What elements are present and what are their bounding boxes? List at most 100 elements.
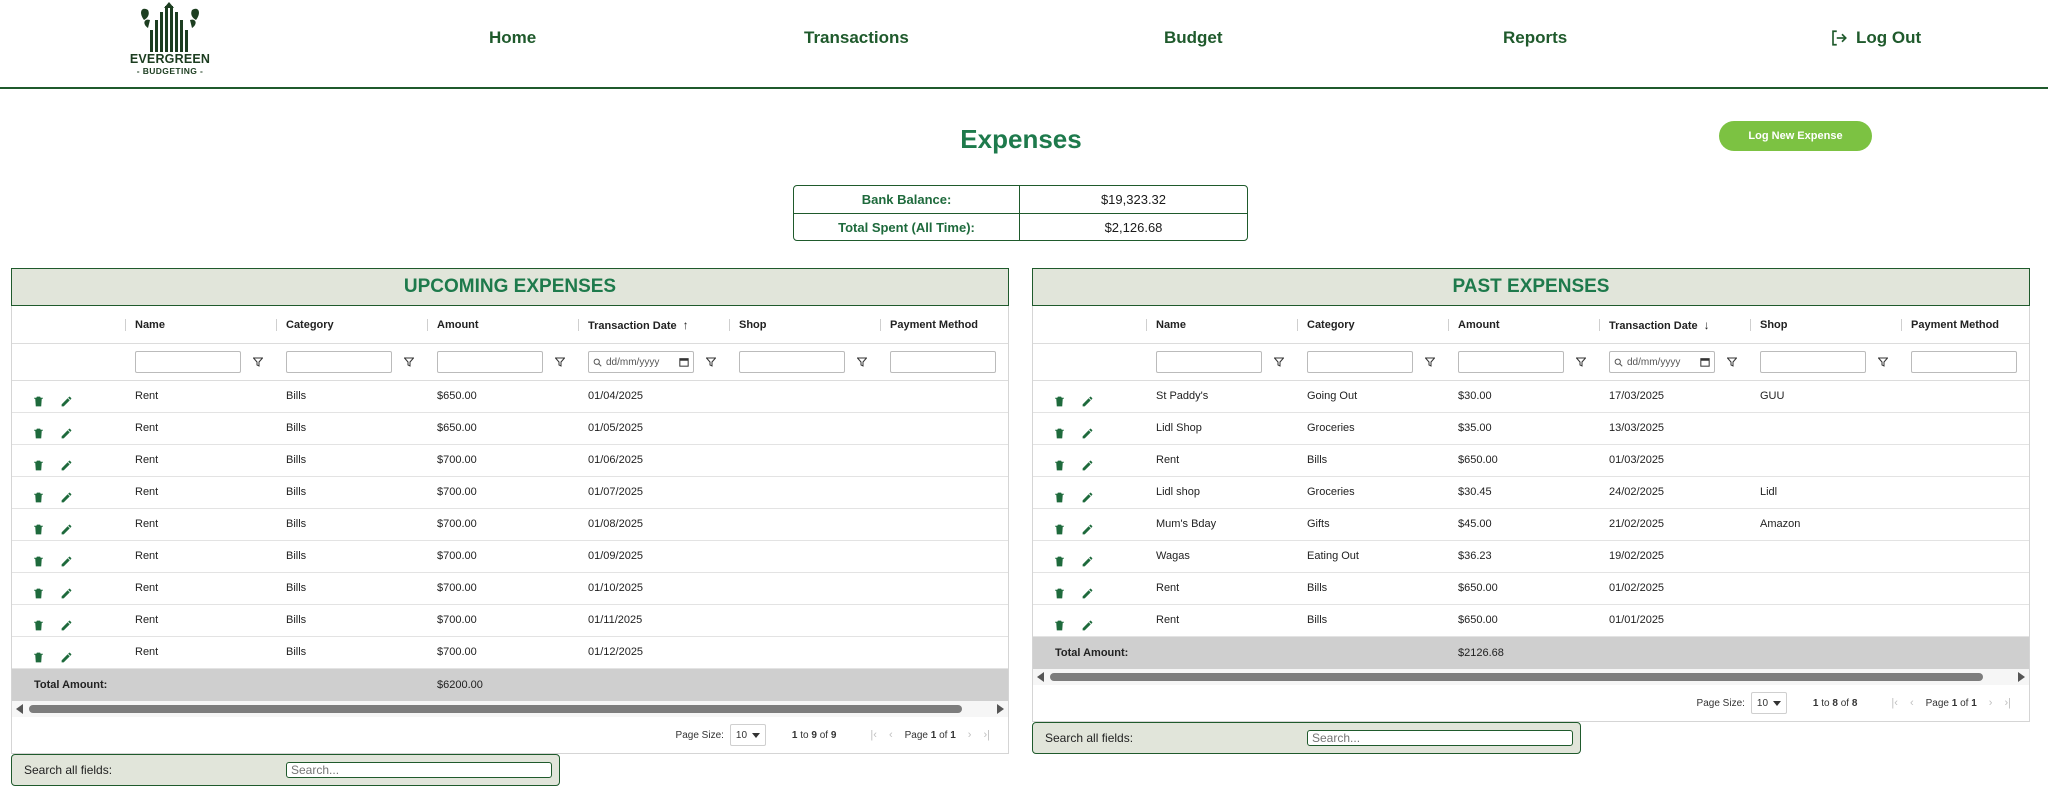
scroll-thumb[interactable] [29, 705, 963, 713]
previous-page-icon[interactable]: ‹ [1910, 697, 1914, 709]
scroll-right-icon[interactable] [2018, 672, 2025, 682]
filter-funnel-icon[interactable] [404, 357, 414, 367]
category-filter-input[interactable] [286, 351, 392, 373]
edit-pencil-icon[interactable] [60, 582, 74, 598]
delete-trash-icon[interactable] [32, 582, 46, 598]
filter-funnel-icon[interactable] [1878, 357, 1888, 367]
edit-pencil-icon[interactable] [1081, 550, 1095, 566]
delete-trash-icon[interactable] [32, 518, 46, 534]
edit-pencil-icon[interactable] [1081, 614, 1095, 630]
column-header-date[interactable]: Transaction Date ↑ [578, 306, 729, 343]
filter-funnel-icon[interactable] [1727, 357, 1737, 367]
delete-trash-icon[interactable] [1053, 486, 1067, 502]
delete-trash-icon[interactable] [1053, 422, 1067, 438]
amount-filter-input[interactable] [437, 351, 543, 373]
column-header-shop[interactable]: Shop [729, 306, 880, 343]
edit-pencil-icon[interactable] [60, 454, 74, 470]
column-header-name[interactable]: Name [1146, 306, 1297, 343]
page-size-select[interactable]: 10 [729, 724, 766, 746]
column-header-shop[interactable]: Shop [1750, 306, 1901, 343]
edit-pencil-icon[interactable] [1081, 582, 1095, 598]
horizontal-scrollbar[interactable] [1033, 669, 2029, 685]
scroll-right-icon[interactable] [997, 704, 1004, 714]
log-new-expense-button[interactable]: Log New Expense [1719, 121, 1872, 151]
edit-pencil-icon[interactable] [1081, 518, 1095, 534]
column-header-amount[interactable]: Amount [427, 306, 578, 343]
sort-descending-icon[interactable]: ↓ [1704, 318, 1710, 332]
nav-home-link[interactable]: Home [489, 28, 536, 48]
payment-filter-input[interactable] [1911, 351, 2017, 373]
delete-trash-icon[interactable] [1053, 582, 1067, 598]
name-filter-input[interactable] [135, 351, 241, 373]
scroll-left-icon[interactable] [1037, 672, 1044, 682]
column-header-date[interactable]: Transaction Date ↓ [1599, 306, 1750, 343]
edit-pencil-icon[interactable] [60, 614, 74, 630]
page-size-select[interactable]: 10 [1750, 692, 1787, 714]
evergreen-logo[interactable]: EVERGREEN - BUDGETING - [128, 2, 212, 76]
nav-budget-link[interactable]: Budget [1164, 28, 1223, 48]
filter-funnel-icon[interactable] [555, 357, 565, 367]
edit-pencil-icon[interactable] [60, 422, 74, 438]
delete-trash-icon[interactable] [1053, 518, 1067, 534]
edit-pencil-icon[interactable] [1081, 486, 1095, 502]
delete-trash-icon[interactable] [1053, 614, 1067, 630]
column-header-category[interactable]: Category [1297, 306, 1448, 343]
name-filter-input[interactable] [1156, 351, 1262, 373]
column-header-category[interactable]: Category [276, 306, 427, 343]
edit-pencil-icon[interactable] [60, 646, 74, 662]
delete-trash-icon[interactable] [1053, 390, 1067, 406]
edit-pencil-icon[interactable] [60, 486, 74, 502]
delete-trash-icon[interactable] [1053, 550, 1067, 566]
edit-pencil-icon[interactable] [1081, 390, 1095, 406]
column-header-payment[interactable]: Payment Method [880, 306, 1008, 343]
delete-trash-icon[interactable] [32, 550, 46, 566]
edit-pencil-icon[interactable] [1081, 454, 1095, 470]
filter-funnel-icon[interactable] [706, 357, 716, 367]
delete-trash-icon[interactable] [32, 422, 46, 438]
delete-trash-icon[interactable] [32, 486, 46, 502]
first-page-icon[interactable]: |‹ [870, 729, 877, 741]
filter-funnel-icon[interactable] [1274, 357, 1284, 367]
sort-ascending-icon[interactable]: ↑ [683, 318, 689, 332]
nav-transactions-link[interactable]: Transactions [804, 28, 909, 48]
last-page-icon[interactable]: ›| [983, 729, 990, 741]
category-filter-input[interactable] [1307, 351, 1413, 373]
edit-pencil-icon[interactable] [1081, 422, 1095, 438]
nav-logout-link[interactable]: Log Out [1830, 28, 1921, 48]
cell-amount: $45.00 [1458, 518, 1492, 530]
next-page-icon[interactable]: › [968, 729, 972, 741]
filter-funnel-icon[interactable] [1425, 357, 1435, 367]
scroll-left-icon[interactable] [16, 704, 23, 714]
amount-filter-input[interactable] [1458, 351, 1564, 373]
shop-filter-input[interactable] [739, 351, 845, 373]
filter-funnel-icon[interactable] [253, 357, 263, 367]
previous-page-icon[interactable]: ‹ [889, 729, 893, 741]
edit-pencil-icon[interactable] [60, 390, 74, 406]
shop-filter-input[interactable] [1760, 351, 1866, 373]
last-page-icon[interactable]: ›| [2004, 697, 2011, 709]
first-page-icon[interactable]: |‹ [1891, 697, 1898, 709]
nav-reports-link[interactable]: Reports [1503, 28, 1567, 48]
scroll-thumb[interactable] [1050, 673, 1984, 681]
calendar-icon[interactable] [1700, 357, 1710, 367]
payment-filter-input[interactable] [890, 351, 996, 373]
horizontal-scrollbar[interactable] [12, 701, 1008, 717]
column-header-amount[interactable]: Amount [1448, 306, 1599, 343]
edit-pencil-icon[interactable] [60, 518, 74, 534]
delete-trash-icon[interactable] [32, 646, 46, 662]
delete-trash-icon[interactable] [32, 614, 46, 630]
delete-trash-icon[interactable] [1053, 454, 1067, 470]
calendar-icon[interactable] [679, 357, 689, 367]
delete-trash-icon[interactable] [32, 454, 46, 470]
column-header-name[interactable]: Name [125, 306, 276, 343]
filter-funnel-icon[interactable] [1576, 357, 1586, 367]
column-header-payment[interactable]: Payment Method [1901, 306, 2029, 343]
filter-funnel-icon[interactable] [857, 357, 867, 367]
edit-pencil-icon[interactable] [60, 550, 74, 566]
past-search-input[interactable] [1307, 730, 1573, 746]
date-filter-input[interactable]: dd/mm/yyyy [588, 351, 694, 373]
date-filter-input[interactable]: dd/mm/yyyy [1609, 351, 1715, 373]
delete-trash-icon[interactable] [32, 390, 46, 406]
next-page-icon[interactable]: › [1989, 697, 1993, 709]
upcoming-search-input[interactable] [286, 762, 552, 778]
